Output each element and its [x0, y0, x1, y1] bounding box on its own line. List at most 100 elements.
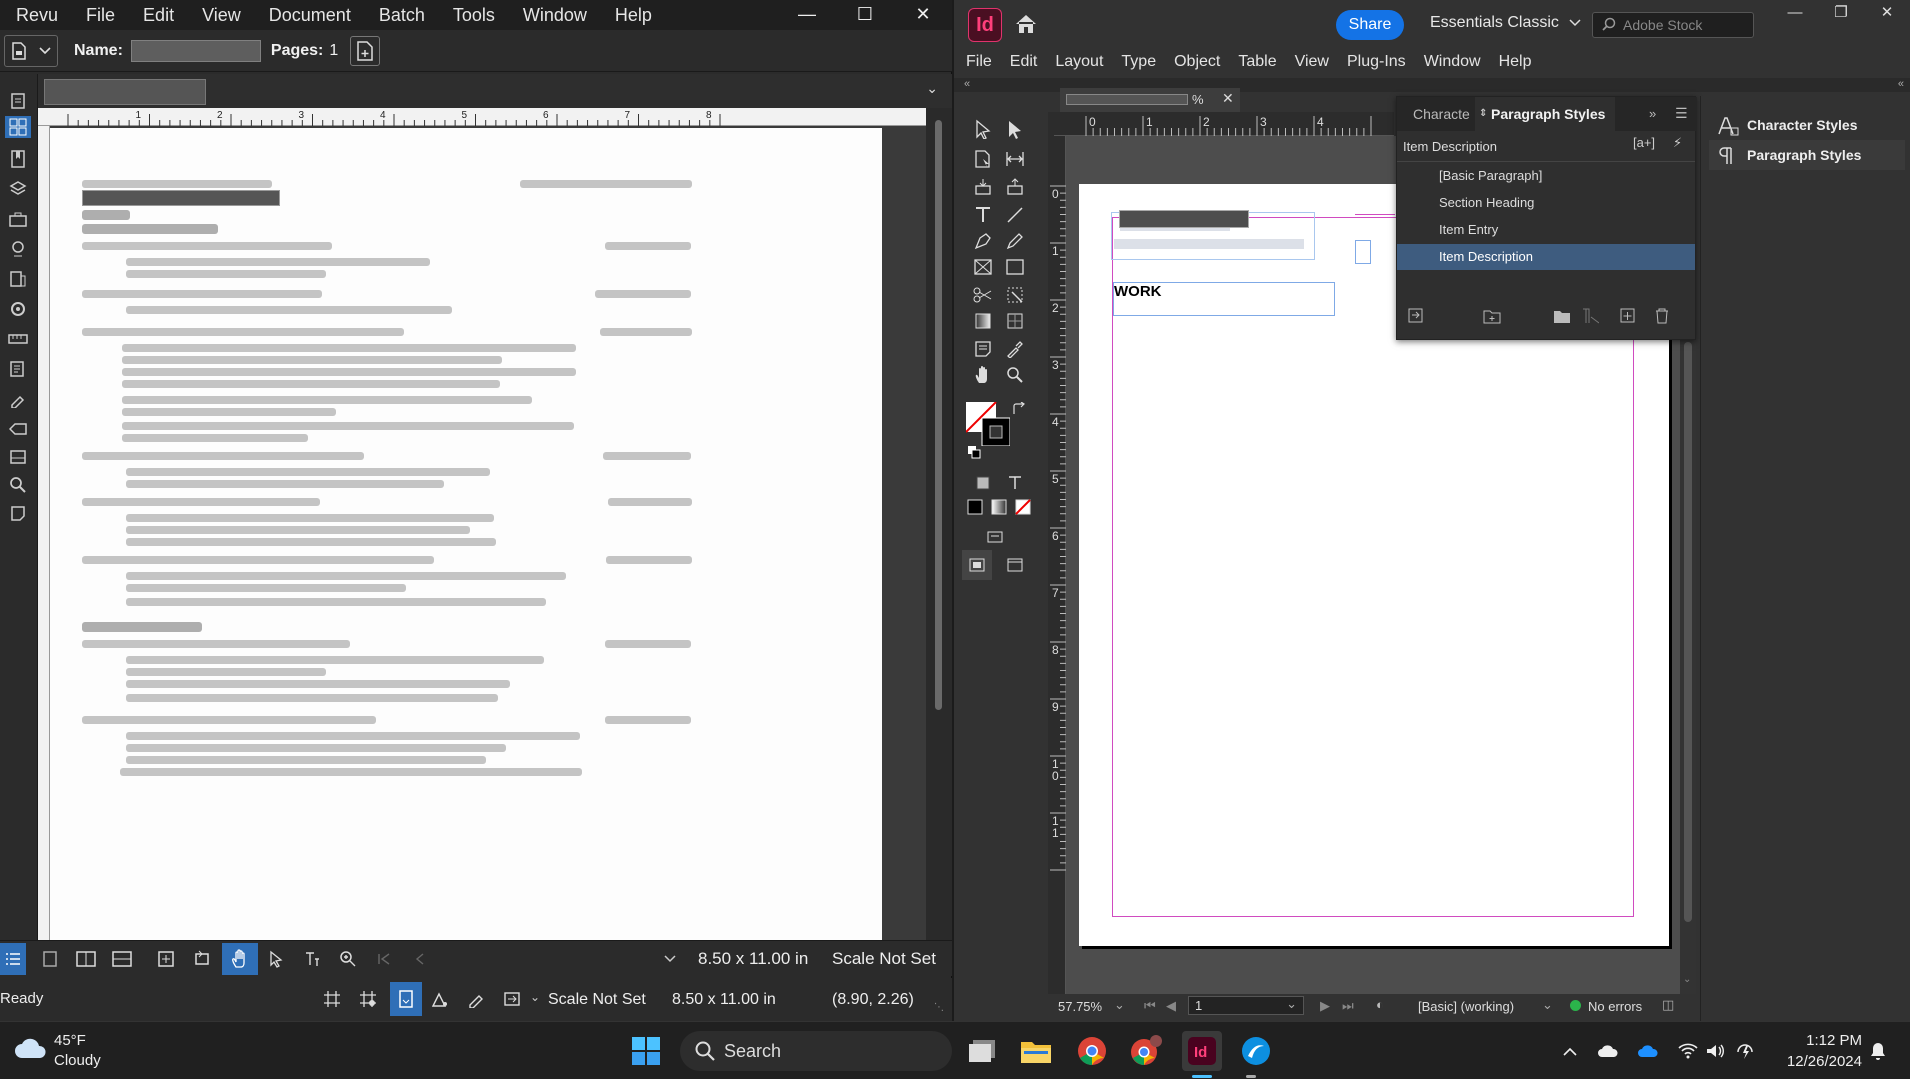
- toolbox-icon[interactable]: [5, 208, 31, 230]
- content-collector-icon[interactable]: [970, 174, 996, 200]
- gap-tool-icon[interactable]: [1002, 146, 1028, 172]
- signatures-icon[interactable]: [5, 388, 31, 410]
- create-new-style-icon[interactable]: [1619, 307, 1637, 325]
- properties-gear-icon[interactable]: [5, 298, 31, 320]
- zoom-dropdown-icon[interactable]: ⌄: [1114, 997, 1125, 1013]
- select-arrow-icon[interactable]: [264, 947, 288, 971]
- single-page-icon[interactable]: [38, 947, 62, 971]
- pages-grid-icon[interactable]: [5, 116, 31, 138]
- split-vertical-icon[interactable]: [74, 947, 98, 971]
- id-menu-object[interactable]: Object: [1165, 53, 1229, 71]
- apply-none-icon[interactable]: [1010, 494, 1036, 520]
- revu-menu-tools[interactable]: Tools: [439, 0, 509, 30]
- id-menu-table[interactable]: Table: [1229, 53, 1285, 71]
- selection-tool-icon[interactable]: [970, 116, 996, 142]
- id-menu-file[interactable]: File: [954, 53, 1001, 71]
- revu-pdf-page[interactable]: [50, 128, 882, 940]
- line-tool-icon[interactable]: [1002, 202, 1028, 228]
- snap-content-icon[interactable]: [390, 982, 422, 1016]
- screen-mode-icon[interactable]: [982, 524, 1008, 550]
- style-item-item-entry[interactable]: Item Entry: [1397, 217, 1695, 243]
- type-tool-icon[interactable]: [970, 202, 996, 228]
- id-menu-help[interactable]: Help: [1490, 53, 1541, 71]
- zoom-icon[interactable]: [336, 947, 360, 971]
- create-style-icon[interactable]: [a+]: [1633, 135, 1655, 150]
- style-item-basic-paragraph[interactable]: [Basic Paragraph]: [1397, 163, 1695, 189]
- minimize-icon[interactable]: —: [1772, 0, 1818, 26]
- apply-gradient-icon[interactable]: [986, 494, 1012, 520]
- page-setup-button[interactable]: [350, 35, 381, 66]
- close-tab-icon[interactable]: ✕: [1222, 90, 1234, 107]
- text-select-icon[interactable]: [300, 947, 324, 971]
- layers-icon[interactable]: [5, 178, 31, 200]
- battery-charging-icon[interactable]: [1734, 1039, 1758, 1063]
- first-spread-icon[interactable]: ⏮: [1144, 998, 1156, 1014]
- load-styles-icon[interactable]: [1407, 307, 1425, 325]
- swap-fill-stroke-icon[interactable]: [1010, 400, 1028, 418]
- tags-icon[interactable]: [5, 418, 31, 440]
- first-page-icon[interactable]: [372, 947, 396, 971]
- revu-menu-batch[interactable]: Batch: [365, 0, 439, 30]
- formatting-text-icon[interactable]: [1002, 470, 1028, 496]
- scale-status[interactable]: Scale Not Set: [548, 991, 646, 1009]
- sync-icon[interactable]: [154, 947, 178, 971]
- id-menu-edit[interactable]: Edit: [1001, 53, 1047, 71]
- hand-tool-icon[interactable]: [970, 362, 996, 388]
- document-tab[interactable]: % ✕: [1060, 88, 1240, 112]
- page-tool-icon[interactable]: [970, 146, 996, 172]
- previous-spread-icon[interactable]: ◀: [1166, 998, 1176, 1014]
- style-item-item-description[interactable]: Item Description: [1397, 244, 1695, 270]
- rotate-view-icon[interactable]: [190, 947, 214, 971]
- fill-stroke-swatch[interactable]: [966, 402, 1010, 446]
- apply-color-icon[interactable]: [962, 494, 988, 520]
- note-tool-icon[interactable]: [970, 336, 996, 362]
- delete-style-icon[interactable]: [1653, 307, 1671, 325]
- close-icon[interactable]: ✕: [894, 0, 952, 30]
- zoom-tool-icon[interactable]: [1002, 362, 1028, 388]
- reuse-markup-icon[interactable]: [464, 987, 488, 1011]
- screen-mode-dropdown-icon[interactable]: [1002, 552, 1028, 578]
- bookmarks-icon[interactable]: [5, 148, 31, 170]
- expand-panel-icon[interactable]: »: [1649, 106, 1656, 121]
- side-character-styles[interactable]: Character Styles: [1709, 110, 1905, 140]
- free-transform-tool-icon[interactable]: [1002, 282, 1028, 308]
- task-view-icon[interactable]: [962, 1031, 1002, 1071]
- name-field-redacted[interactable]: [130, 39, 261, 62]
- revu-menu-app[interactable]: Revu: [0, 0, 72, 30]
- tab-character-styles[interactable]: Characte: [1413, 97, 1470, 131]
- indesign-taskbar-icon[interactable]: Id: [1182, 1031, 1222, 1071]
- notifications-bell-icon[interactable]: [1866, 1039, 1890, 1063]
- eyedropper-tool-icon[interactable]: [1002, 336, 1028, 362]
- list-icon[interactable]: [0, 943, 26, 975]
- quick-apply-icon[interactable]: ⚡: [1673, 135, 1682, 151]
- rectangle-frame-tool-icon[interactable]: [970, 254, 996, 280]
- id-menu-view[interactable]: View: [1286, 53, 1338, 71]
- thumbnails-icon[interactable]: [5, 90, 31, 112]
- id-menu-type[interactable]: Type: [1112, 53, 1165, 71]
- collapse-tools-icon[interactable]: «: [964, 78, 970, 90]
- share-button[interactable]: Share: [1336, 10, 1404, 40]
- last-spread-icon[interactable]: ⏭: [1342, 998, 1354, 1014]
- studio-icon[interactable]: [5, 502, 31, 524]
- wifi-icon[interactable]: [1676, 1039, 1700, 1063]
- collapse-panels-icon[interactable]: «: [1898, 78, 1904, 90]
- scissors-tool-icon[interactable]: [970, 282, 996, 308]
- style-item-section-heading[interactable]: Section Heading: [1397, 190, 1695, 216]
- minimize-icon[interactable]: —: [778, 0, 836, 30]
- start-button[interactable]: [626, 1031, 666, 1071]
- panel-toggle-icon[interactable]: ◫: [1662, 997, 1674, 1013]
- panel-menu-icon[interactable]: ☰: [1675, 105, 1688, 122]
- revu-menu-document[interactable]: Document: [255, 0, 365, 30]
- zoom-level[interactable]: 57.75%: [1058, 999, 1102, 1014]
- close-icon[interactable]: ✕: [1864, 0, 1910, 26]
- forms-icon[interactable]: [5, 358, 31, 380]
- sync-markup-icon[interactable]: [500, 987, 524, 1011]
- chrome-profile-icon[interactable]: [1126, 1031, 1166, 1071]
- direct-selection-tool-icon[interactable]: [1002, 116, 1028, 142]
- previous-page-icon[interactable]: [408, 947, 432, 971]
- taskbar-search[interactable]: Search: [680, 1031, 952, 1071]
- file-access-icon[interactable]: [5, 446, 31, 468]
- clear-overrides-icon[interactable]: [1581, 307, 1599, 325]
- grid-icon[interactable]: [320, 987, 344, 1011]
- folder-icon[interactable]: [1553, 307, 1571, 325]
